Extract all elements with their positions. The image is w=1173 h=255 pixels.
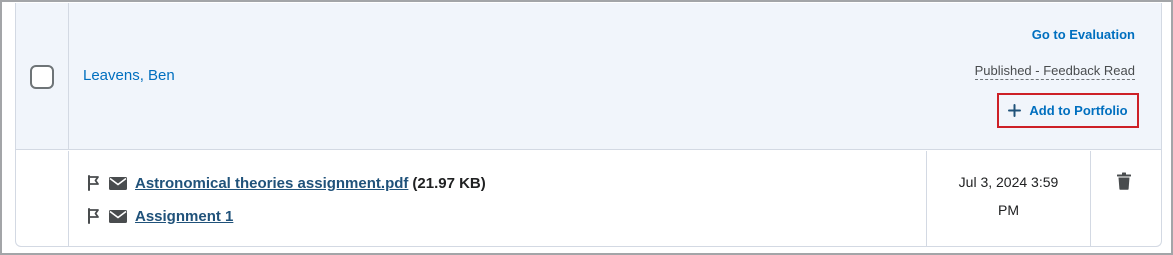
- flag-icon[interactable]: [87, 175, 101, 191]
- student-row: Leavens, Ben Go to Evaluation Published …: [16, 3, 1161, 150]
- trash-icon[interactable]: [1117, 172, 1131, 190]
- submission-panel: Leavens, Ben Go to Evaluation Published …: [0, 0, 1173, 255]
- submission-date: Jul 3, 2024 3:59 PM: [958, 174, 1059, 218]
- select-cell: [16, 3, 69, 150]
- file-link[interactable]: Astronomical theories assignment.pdf: [135, 175, 408, 192]
- date-cell: Jul 3, 2024 3:59 PM: [927, 151, 1091, 246]
- action-cell: [1091, 151, 1161, 246]
- file-size: (21.97 KB): [412, 174, 486, 192]
- status-text[interactable]: Published - Feedback Read: [974, 63, 1135, 80]
- flag-icon[interactable]: [87, 208, 101, 224]
- student-name-link[interactable]: Leavens, Ben: [83, 67, 175, 84]
- submissions-table: Leavens, Ben Go to Evaluation Published …: [15, 3, 1162, 247]
- submission-row: Astronomical theories assignment.pdf (21…: [16, 151, 1161, 246]
- add-to-portfolio-label: Add to Portfolio: [1029, 103, 1128, 118]
- file-link[interactable]: Assignment 1: [135, 208, 233, 225]
- empty-cell: [16, 151, 69, 246]
- add-to-portfolio-button[interactable]: Add to Portfolio: [997, 93, 1139, 128]
- go-to-evaluation-link[interactable]: Go to Evaluation: [1032, 27, 1135, 42]
- file-item: Astronomical theories assignment.pdf (21…: [87, 172, 486, 194]
- plus-icon: [1008, 104, 1022, 117]
- files-cell: Astronomical theories assignment.pdf (21…: [69, 151, 927, 246]
- select-student-checkbox[interactable]: [30, 65, 54, 89]
- file-item: Assignment 1: [87, 205, 233, 227]
- mail-icon: [109, 176, 127, 190]
- mail-icon: [109, 209, 127, 223]
